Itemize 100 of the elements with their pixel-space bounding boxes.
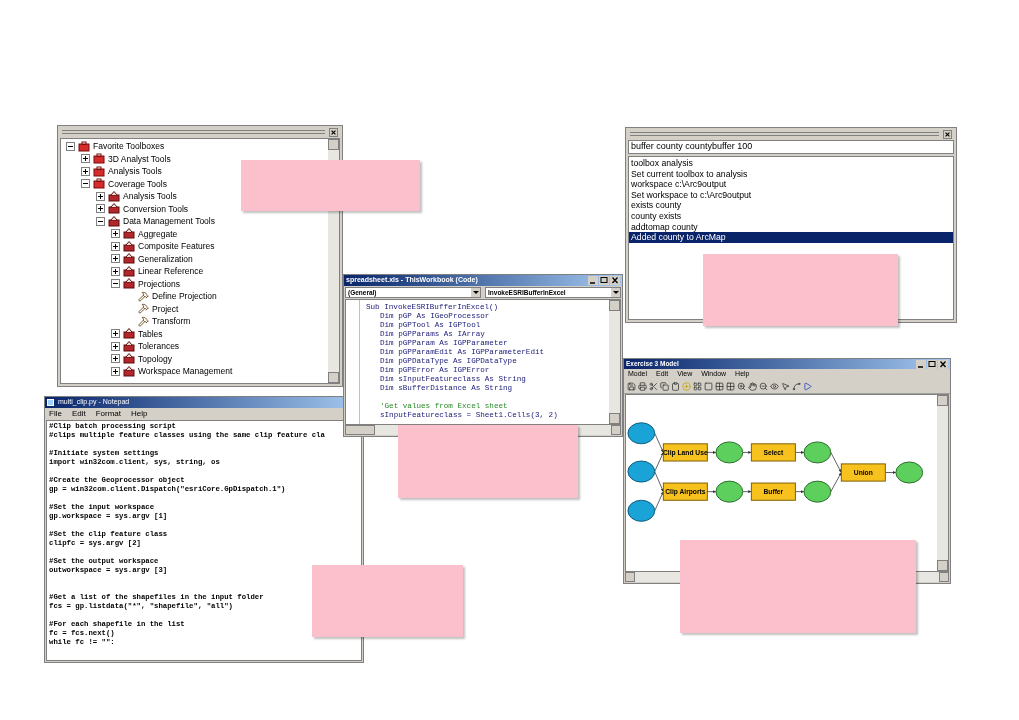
toolbar-icon[interactable] (638, 382, 647, 391)
hammer-icon (138, 303, 149, 315)
input-data-node (627, 460, 656, 483)
output-data-node (803, 480, 832, 503)
close-icon[interactable] (943, 129, 952, 139)
tree-item[interactable]: 3D Analyst Tools (108, 152, 171, 165)
tree-item[interactable]: Composite Features (138, 240, 215, 253)
tree-item[interactable]: Project (152, 302, 179, 315)
scroll-left-button[interactable] (625, 572, 635, 582)
expand-icon[interactable] (81, 166, 90, 176)
toolset-icon (108, 215, 120, 227)
tree-item[interactable]: Workspace Management (138, 365, 233, 378)
input-data-node (627, 499, 656, 522)
tree-item[interactable]: Define Projection (152, 290, 217, 303)
expand-icon[interactable] (111, 329, 120, 339)
menu-item[interactable]: File (49, 408, 62, 420)
history-item[interactable]: Set workspace to c:\Arc9output (629, 189, 953, 201)
tree-item[interactable]: Analysis Tools (108, 165, 162, 178)
scroll-down-button[interactable] (609, 413, 620, 424)
toolbar-icon[interactable] (627, 382, 636, 391)
expand-icon[interactable] (111, 266, 120, 276)
scroll-down-button[interactable] (328, 372, 339, 383)
menu-item[interactable]: Help (131, 408, 148, 420)
minimize-icon[interactable] (588, 276, 598, 285)
history-item[interactable]: toolbox analysis (629, 158, 953, 169)
expand-icon[interactable] (111, 229, 120, 239)
toolset-icon (123, 228, 135, 240)
caret-icon (611, 288, 620, 297)
scroll-left-button[interactable] (345, 425, 375, 435)
toolbar-icon[interactable] (737, 382, 746, 391)
toolset-icon (123, 340, 135, 352)
close-icon[interactable] (329, 127, 338, 137)
scroll-right-button[interactable] (939, 572, 949, 582)
toolset-icon (108, 203, 120, 215)
collapse-icon[interactable] (96, 216, 105, 226)
input-data-node (627, 422, 656, 445)
toolbar-icon[interactable] (649, 382, 658, 391)
toolbar-icon[interactable] (792, 382, 801, 391)
tree-item[interactable]: Linear Reference (138, 265, 204, 278)
toolbar-icon[interactable] (693, 382, 702, 391)
toolbar-icon[interactable] (715, 382, 724, 391)
tree-item[interactable]: Coverage Tools (108, 177, 167, 190)
tree-item[interactable]: Tolerances (138, 340, 180, 353)
expand-icon[interactable] (111, 366, 120, 376)
close-icon[interactable] (610, 276, 620, 285)
scroll-up-button[interactable] (937, 395, 948, 406)
expand-icon[interactable] (111, 341, 120, 351)
scroll-right-button[interactable] (611, 425, 621, 435)
toolbar-icon[interactable] (704, 382, 713, 391)
toolbar-icon[interactable] (726, 382, 735, 391)
tree-item[interactable]: Data Management Tools (123, 215, 215, 228)
scroll-up-button[interactable] (609, 300, 620, 311)
toolbar-icon[interactable] (803, 382, 812, 391)
toolbar-icon[interactable] (660, 382, 669, 391)
toolbar-icon[interactable] (671, 382, 680, 391)
collapse-icon[interactable] (66, 141, 75, 151)
expand-icon[interactable] (111, 354, 120, 364)
maximize-icon[interactable] (927, 359, 937, 369)
tree-item[interactable]: Analysis Tools (123, 190, 177, 203)
expand-icon[interactable] (111, 241, 120, 251)
menu-item[interactable]: Format (95, 408, 122, 420)
expand-icon[interactable] (111, 254, 120, 264)
history-item[interactable]: addtomap county (629, 221, 953, 233)
close-icon[interactable] (938, 359, 948, 369)
scroll-down-button[interactable] (937, 560, 948, 571)
collapse-icon[interactable] (81, 179, 90, 189)
tree-item[interactable]: Favorite Toolboxes (93, 140, 165, 153)
expand-icon[interactable] (96, 191, 105, 201)
toolbar-icon[interactable] (781, 382, 790, 391)
tree-item[interactable]: Projections (138, 277, 181, 290)
command-input[interactable]: buffer county countybuffer 100 (628, 140, 954, 154)
tree-item[interactable]: Topology (138, 352, 173, 365)
toolset-icon (123, 265, 135, 277)
toolset-icon (123, 365, 135, 377)
history-item[interactable]: exists county (629, 200, 953, 211)
tree-item[interactable]: Aggregate (138, 227, 178, 240)
history-item[interactable]: Set current toolbox to analysis (629, 168, 953, 180)
history-item[interactable]: county exists (629, 210, 953, 222)
toolset-icon (108, 190, 120, 202)
minimize-icon[interactable] (916, 359, 926, 369)
menu-item[interactable]: Edit (71, 408, 86, 420)
toolset-icon (123, 240, 135, 252)
collapse-icon[interactable] (111, 279, 120, 289)
history-item[interactable]: Added county to ArcMap (629, 232, 953, 243)
tree-item[interactable]: Tables (138, 327, 163, 340)
toolbox-icon (93, 165, 105, 177)
history-item[interactable]: workspace c:\Arc9output (629, 179, 953, 190)
tree-item[interactable]: Generalization (138, 252, 193, 265)
toolset-icon (123, 328, 135, 340)
tree-item[interactable]: Transform (152, 315, 191, 328)
toolbox-icon (93, 178, 105, 190)
toolbar-icon[interactable] (759, 382, 768, 391)
expand-icon[interactable] (81, 154, 90, 164)
toolbar-icon[interactable] (748, 382, 757, 391)
output-data-node (895, 461, 924, 484)
toolbar-icon[interactable] (770, 382, 779, 391)
tree-item[interactable]: Conversion Tools (123, 202, 189, 215)
expand-icon[interactable] (96, 204, 105, 214)
maximize-icon[interactable] (599, 276, 609, 285)
toolset-icon (123, 353, 135, 365)
